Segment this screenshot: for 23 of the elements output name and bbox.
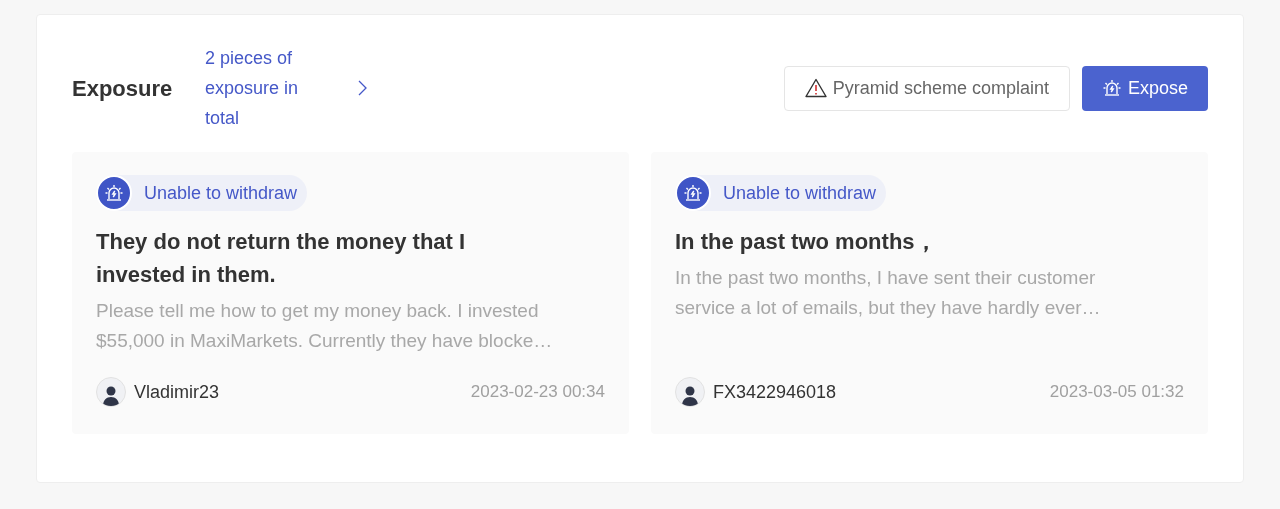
exposure-card[interactable] [72, 152, 629, 434]
username: FX3422946018 [713, 380, 837, 404]
exposure-count-link[interactable]: 2 pieces of exposure in total [205, 43, 335, 133]
chevron-right-icon [357, 80, 367, 96]
card-title: In the past two months， [675, 228, 938, 256]
siren-icon [1101, 78, 1122, 98]
siren-icon [104, 183, 124, 203]
avatar-icon [675, 377, 705, 407]
siren-icon [683, 183, 703, 203]
post-time: 2023-03-05 01:32 [1049, 381, 1184, 404]
tag-badge: Unable to withdraw [96, 175, 308, 211]
card-title: They do not return the money that I invested in them. [96, 228, 467, 289]
post-time: 2023-02-23 00:34 [470, 381, 605, 404]
username: Vladimir23 [134, 380, 220, 404]
exposure-card[interactable]: Unable to withdraw In the past two months， In the past two months, I have sent their customer service a lot of emails, but they have hardly ever… FX3422946018 2023-03-05 01:32 [651, 152, 1208, 434]
card-excerpt: Please tell me how to get my money back. I invested $55,000 in MaxiMarkets. Currently they have blocke… [96, 299, 554, 353]
complaint-button[interactable]: Pyramid scheme complaint [783, 65, 1070, 111]
card-excerpt: In the past two months, I have sent their customer service a lot of emails, but they have hardly ever… [675, 266, 1102, 320]
warning-icon [804, 78, 827, 98]
expose-button[interactable]: Expose [1081, 65, 1208, 111]
tag-badge: Unable to withdraw [675, 175, 887, 211]
avatar-icon [96, 377, 126, 407]
section-title: Exposure [72, 74, 174, 103]
